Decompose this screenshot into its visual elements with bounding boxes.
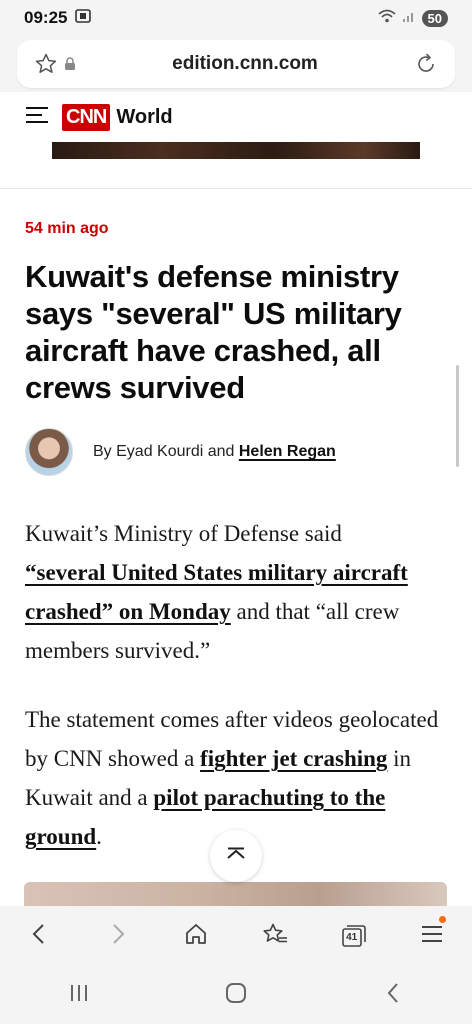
site-header: CNN World [0, 92, 472, 142]
byline-text: By Eyad Kourdi and Helen Regan [93, 443, 336, 461]
bookmark-star-icon [262, 922, 288, 951]
article-paragraph-1: Kuwait’s Ministry of Defense said “severa… [25, 514, 450, 670]
cnn-logo[interactable]: CNN [62, 103, 111, 131]
wifi-icon [377, 8, 396, 28]
battery-indicator: 50 [421, 9, 448, 27]
scroll-to-top-button[interactable] [210, 830, 262, 882]
back-arrow-icon [386, 982, 400, 1009]
author-link[interactable]: Helen Regan [239, 443, 336, 460]
status-time: 09:25 [24, 8, 68, 27]
lock-icon [61, 49, 79, 79]
browser-toolbar: 41 [0, 906, 472, 966]
menu-icon [421, 925, 443, 948]
inline-link[interactable]: fighter jet crashing [200, 746, 387, 771]
star-icon[interactable] [31, 49, 61, 79]
home-circle-icon [225, 982, 247, 1009]
divider [0, 188, 472, 189]
home-button[interactable] [157, 906, 236, 966]
reload-icon[interactable] [411, 49, 441, 79]
byline-prefix: By Eyad Kourdi and [93, 443, 235, 460]
article-headline: Kuwait's defense ministry says "several"… [25, 259, 402, 405]
signal-icon [402, 8, 416, 28]
bookmarks-button[interactable] [236, 906, 315, 966]
byline: By Eyad Kourdi and Helen Regan [25, 428, 336, 476]
status-bar: 09:25 50 [0, 0, 472, 36]
tabs-button[interactable]: 41 [314, 906, 393, 966]
back-button[interactable] [0, 906, 79, 966]
chevron-left-icon [31, 922, 47, 951]
section-label[interactable]: World [116, 106, 172, 129]
back-nav-button[interactable] [315, 966, 472, 1024]
paragraph-text: . [96, 824, 102, 849]
system-navigation-bar [0, 966, 472, 1024]
home-icon [184, 922, 208, 951]
paragraph-text: Kuwait’s Ministry of Defense said [25, 521, 342, 546]
notification-dot [438, 916, 446, 923]
address-bar[interactable]: edition.cnn.com [17, 40, 455, 88]
author-avatar [25, 428, 73, 476]
screenshot-icon [75, 8, 92, 28]
chevron-right-icon [110, 922, 126, 951]
article-timestamp: 54 min ago [25, 220, 109, 237]
chevron-up-icon [225, 847, 247, 866]
forward-button[interactable] [79, 906, 158, 966]
url-text[interactable]: edition.cnn.com [79, 53, 411, 75]
scrollbar-thumb[interactable] [456, 365, 459, 467]
hamburger-menu-icon[interactable] [26, 106, 48, 129]
home-nav-button[interactable] [157, 966, 314, 1024]
browser-address-area: edition.cnn.com [0, 36, 472, 92]
tabs-icon: 41 [341, 924, 367, 948]
recent-apps-button[interactable] [0, 966, 157, 1024]
menu-button[interactable] [393, 906, 472, 966]
tab-count: 41 [346, 932, 358, 943]
recent-apps-icon [68, 984, 90, 1007]
hero-image-bottom [52, 142, 420, 159]
